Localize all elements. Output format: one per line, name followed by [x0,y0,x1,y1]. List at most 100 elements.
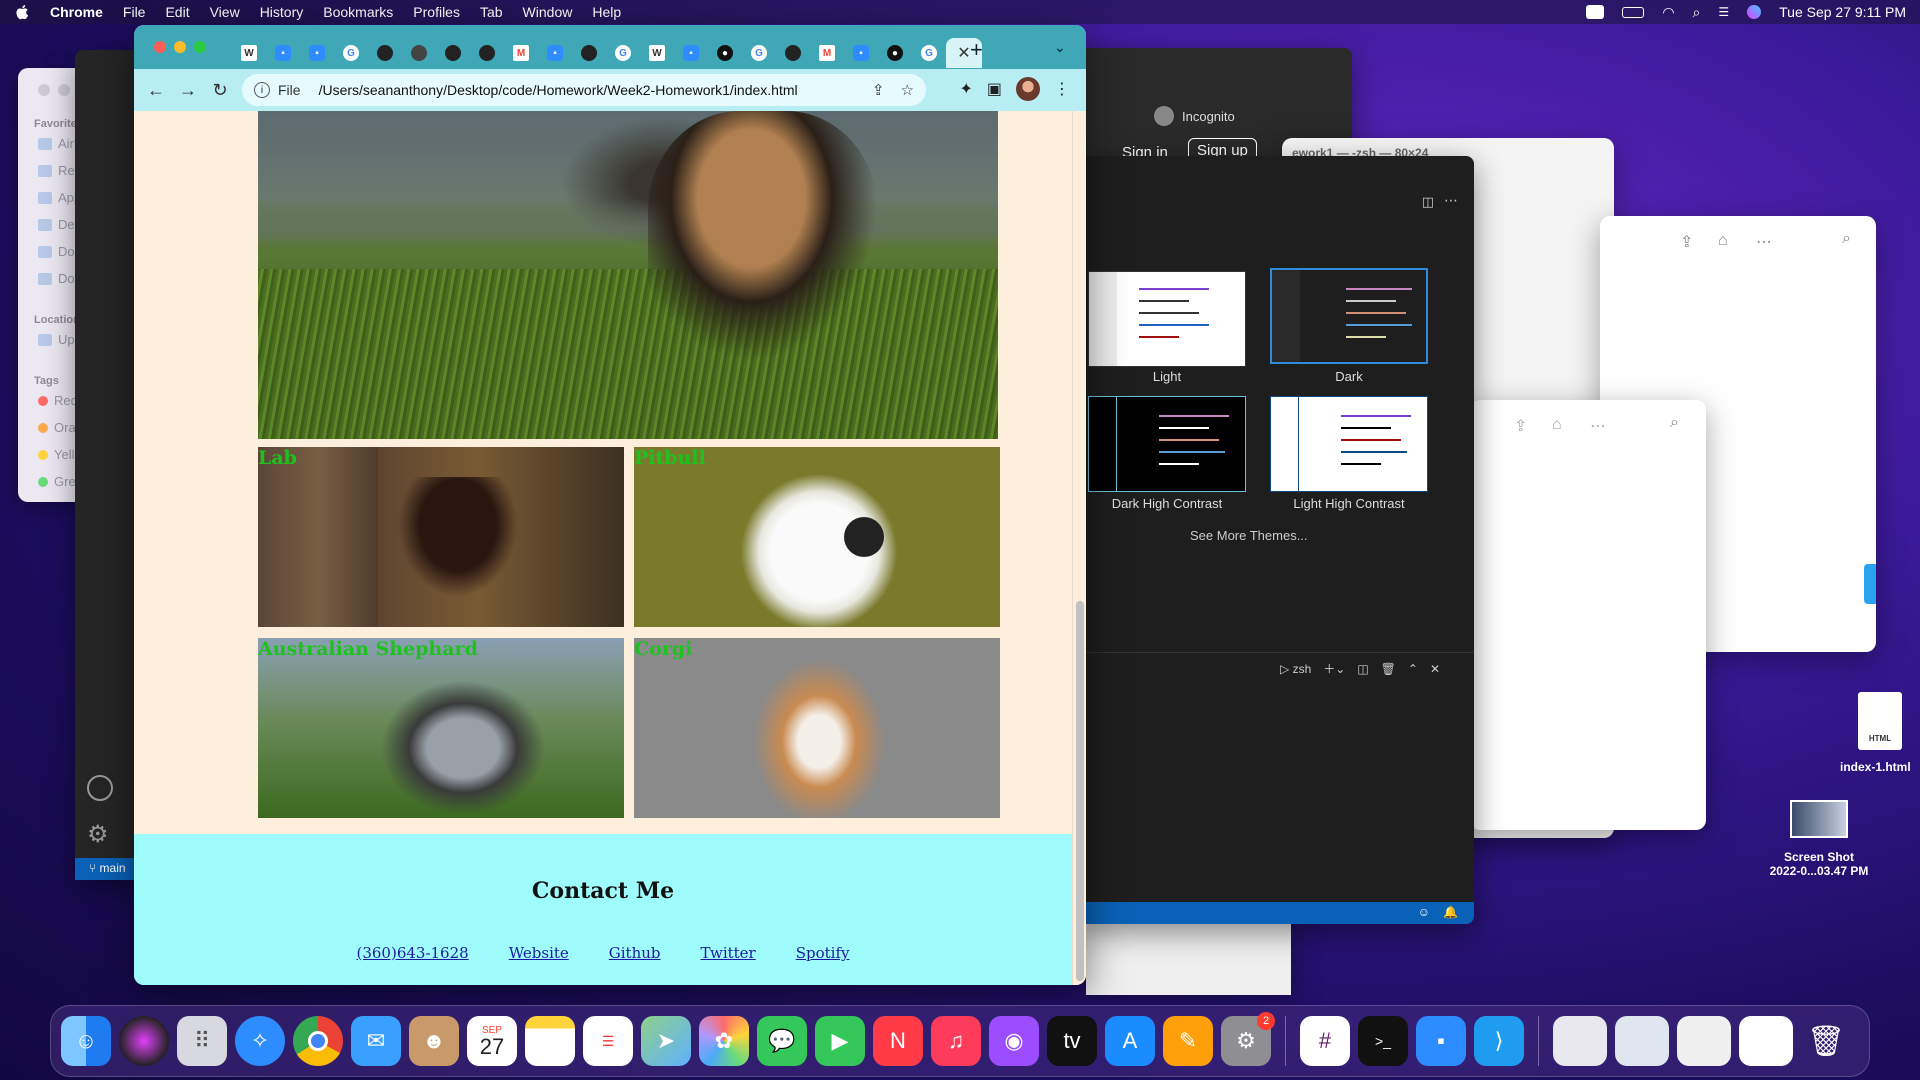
bell-icon[interactable]: 🔔 [1443,905,1458,919]
terminal-dock-icon[interactable]: >_ [1358,1016,1408,1066]
chrome-dock-icon[interactable] [293,1016,343,1066]
tab-google[interactable]: G [912,38,946,68]
tab-github[interactable]: ● [708,38,742,68]
tab-page[interactable] [470,38,504,68]
tab-google[interactable]: G [606,38,640,68]
share-icon[interactable]: ⇪ [872,81,885,99]
search-icon[interactable]: ⌕ [1842,230,1851,248]
reload-button[interactable]: ↻ [204,80,236,101]
more-icon[interactable]: ⋯ [1590,416,1606,436]
siri-icon[interactable] [1747,5,1762,19]
theme-card-dark-high-contrast[interactable] [1088,396,1246,492]
tab-zoom[interactable]: ▪ [266,38,300,68]
recent-window-thumbnail[interactable] [1553,1016,1607,1066]
control-center-icon[interactable]: ☰ [1718,5,1729,19]
menu-clock[interactable]: Tue Sep 27 9:11 PM [1779,4,1906,20]
extensions-puzzle-icon[interactable]: ✦ [959,79,972,99]
menu-window[interactable]: Window [523,4,573,20]
address-url[interactable]: /Users/seananthony/Desktop/code/Homework… [319,82,798,98]
recent-window-thumbnail[interactable] [1615,1016,1669,1066]
menu-help[interactable]: Help [592,4,621,20]
theme-card-dark[interactable] [1270,268,1428,364]
tab-zoom[interactable]: ▪ [538,38,572,68]
apple-tv-dock-icon[interactable]: tv [1047,1016,1097,1066]
tab-zoom[interactable]: ▪ [844,38,878,68]
theme-card-light-high-contrast[interactable] [1270,396,1428,492]
tag-icon[interactable]: ⌂ [1552,416,1562,434]
contact-spotify-link[interactable]: Spotify [796,944,850,962]
tab-page[interactable] [368,38,402,68]
scrollbar-thumb[interactable] [1076,601,1084,981]
photos-dock-icon[interactable]: ✿ [699,1016,749,1066]
desktop-file-screenshot[interactable]: Screen Shot 2022-0...03.47 PM [1754,800,1884,878]
menu-history[interactable]: History [260,4,304,20]
more-menu-icon[interactable]: ⋮ [1054,79,1070,99]
desktop-file-html[interactable]: HTML index-1.html [1840,692,1920,774]
split-editor-icon[interactable]: ◫ [1422,194,1434,210]
address-bar[interactable]: i File /Users/seananthony/Desktop/code/H… [242,74,926,106]
tab-zoom[interactable]: ▪ [674,38,708,68]
gear-icon[interactable]: ⚙ [87,820,109,849]
apple-menu-icon[interactable] [14,3,32,21]
battery-icon[interactable] [1622,6,1645,18]
theme-card-light[interactable] [1088,271,1246,367]
menu-view[interactable]: View [210,4,240,20]
split-terminal-icon[interactable]: ◫ [1357,662,1368,676]
more-icon[interactable]: ⋯ [1756,232,1772,252]
zoom-status-icon[interactable] [1586,5,1605,19]
music-dock-icon[interactable]: ♫ [931,1016,981,1066]
mail-dock-icon[interactable]: ✉ [351,1016,401,1066]
messages-dock-icon[interactable]: 💬 [757,1016,807,1066]
share-icon[interactable]: ⇪ [1680,232,1693,252]
menu-app-name[interactable]: Chrome [50,4,103,20]
tab-gmail[interactable]: M [504,38,538,68]
contact-github-link[interactable]: Github [609,944,661,962]
maps-dock-icon[interactable]: ➤ [641,1016,691,1066]
tab-page[interactable] [402,38,436,68]
trash-dock-icon[interactable]: 🗑 [1801,1016,1851,1066]
see-more-themes-link[interactable]: See More Themes... [1190,528,1308,543]
close-icon[interactable] [154,41,166,53]
tab-page[interactable] [572,38,606,68]
menu-bookmarks[interactable]: Bookmarks [323,4,393,20]
share-icon[interactable]: ⇪ [1514,416,1527,436]
recent-document-thumbnail[interactable] [1739,1016,1793,1066]
account-icon[interactable] [87,775,113,801]
add-terminal-icon[interactable]: ＋⌄ [1323,660,1345,677]
close-tab-icon[interactable]: ✕ [957,43,970,63]
facetime-dock-icon[interactable]: ▶ [815,1016,865,1066]
tab-zoom[interactable]: ▪ [300,38,334,68]
minimize-icon[interactable] [174,41,186,53]
chevron-up-icon[interactable]: ⌃ [1408,662,1418,676]
back-button[interactable]: ← [140,80,172,101]
menu-edit[interactable]: Edit [165,4,189,20]
tab-page[interactable] [436,38,470,68]
launchpad-dock-icon[interactable]: ⠿ [177,1016,227,1066]
app-store-dock-icon[interactable]: A [1105,1016,1155,1066]
more-actions-icon[interactable]: ⋯ [1444,192,1458,209]
tab-wikipedia[interactable]: W [232,38,266,68]
tab-google[interactable]: G [334,38,368,68]
close-icon[interactable]: ✕ [1430,662,1440,676]
menu-file[interactable]: File [123,4,146,20]
menu-tab[interactable]: Tab [480,4,503,20]
incognito-badge[interactable]: Incognito [1154,106,1235,126]
minimize-icon[interactable] [58,84,70,96]
tab-search-chevron-icon[interactable]: ⌄ [1054,39,1066,56]
search-icon[interactable]: ⌕ [1670,414,1679,432]
tab-wikipedia[interactable]: W [640,38,674,68]
tab-google[interactable]: G [742,38,776,68]
side-panel-icon[interactable]: ▣ [987,79,1002,99]
contacts-dock-icon[interactable]: ☻ [409,1016,459,1066]
tab-github[interactable]: ● [878,38,912,68]
close-icon[interactable] [38,84,50,96]
system-preferences-dock-icon[interactable]: ⚙ 2 [1221,1012,1275,1066]
recent-window-thumbnail[interactable] [1677,1016,1731,1066]
podcasts-dock-icon[interactable]: ◉ [989,1016,1039,1066]
menu-profiles[interactable]: Profiles [413,4,460,20]
news-dock-icon[interactable]: N [873,1016,923,1066]
forward-button[interactable]: → [172,80,204,101]
safari-dock-icon[interactable]: ✧ [235,1016,285,1066]
calendar-dock-icon[interactable]: SEP 27 [467,1016,517,1066]
contact-phone-link[interactable]: (360)643-1628 [356,944,468,962]
